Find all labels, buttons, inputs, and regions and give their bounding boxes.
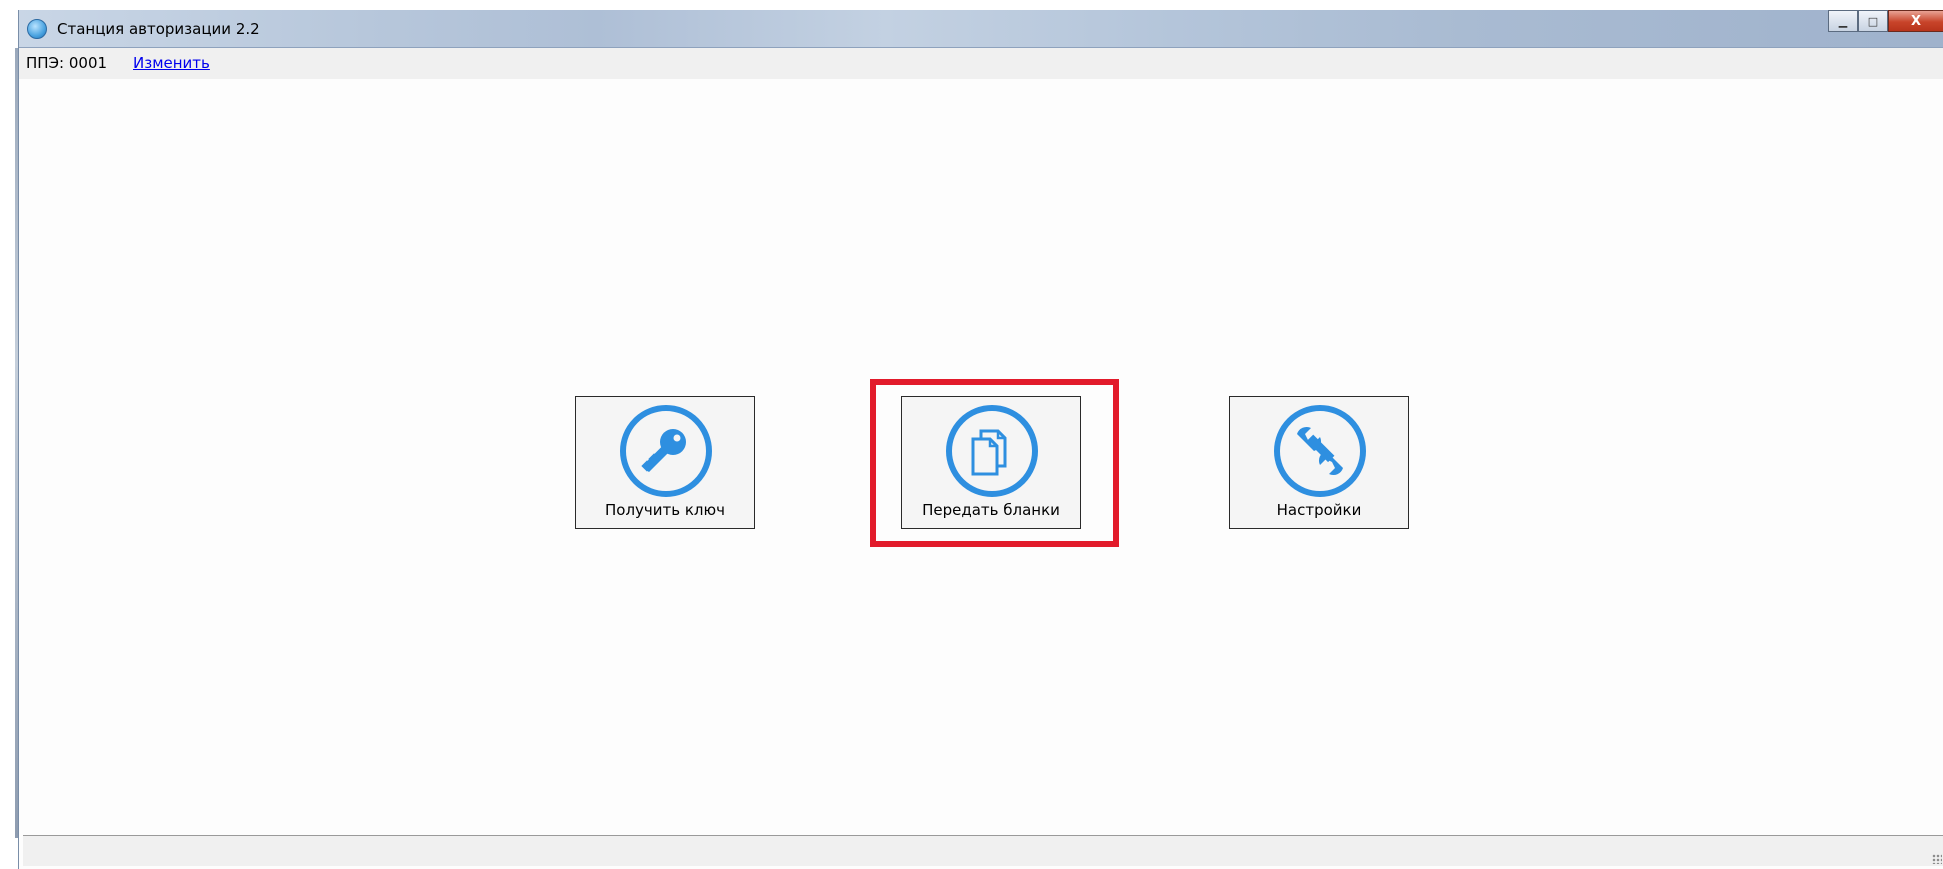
app-globe-icon	[27, 19, 47, 39]
info-bar: ППЭ: 0001 Изменить	[19, 48, 1943, 79]
resize-grip-icon[interactable]	[1932, 854, 1942, 864]
get-key-label: Получить ключ	[604, 501, 725, 519]
get-key-button[interactable]: Получить ключ	[575, 396, 755, 529]
wrench-icon	[1274, 405, 1366, 497]
settings-label: Настройки	[1276, 501, 1362, 519]
window-controls: ▁ □ X	[1828, 10, 1943, 32]
window-title: Станция авторизации 2.2	[57, 20, 260, 38]
title-bar[interactable]: Станция авторизации 2.2 ▁ □ X	[19, 10, 1943, 48]
change-link[interactable]: Изменить	[133, 54, 210, 72]
highlight-frame	[870, 379, 1119, 547]
settings-button[interactable]: Настройки	[1229, 396, 1409, 529]
ppe-label: ППЭ: 0001	[26, 54, 108, 72]
close-button[interactable]: X	[1888, 10, 1943, 32]
app-window: Станция авторизации 2.2 ▁ □ X ППЭ: 0001 …	[15, 10, 1943, 869]
window-left-edge	[15, 48, 18, 838]
status-bar	[23, 835, 1943, 866]
maximize-button[interactable]: □	[1858, 10, 1888, 32]
key-icon	[620, 405, 712, 497]
minimize-button[interactable]: ▁	[1828, 10, 1858, 32]
